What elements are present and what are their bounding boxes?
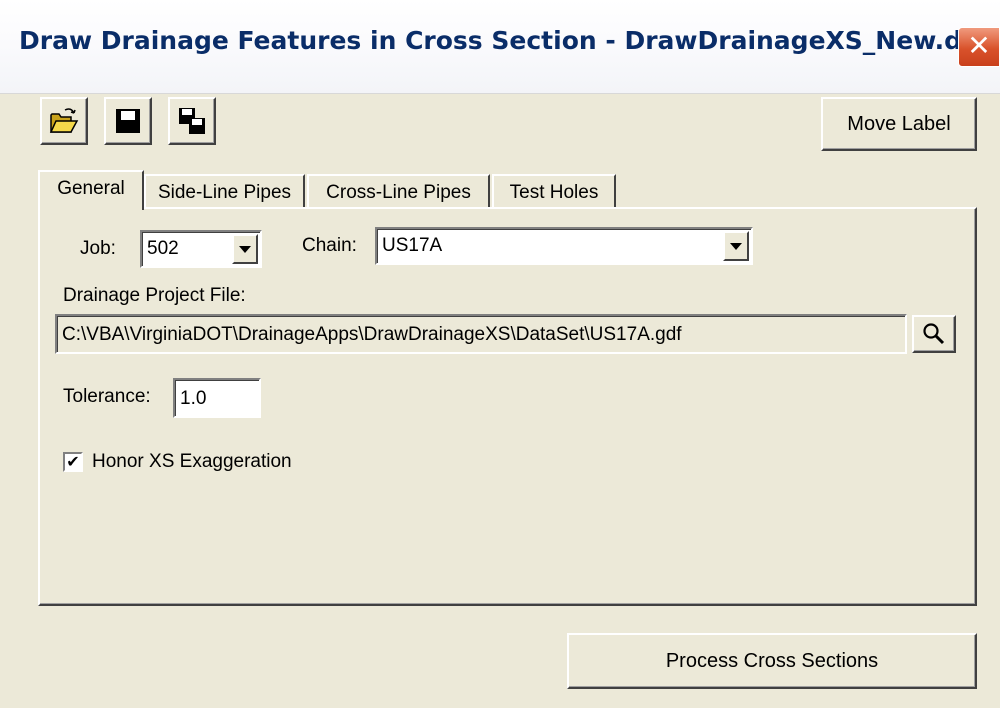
title-bar: Draw Drainage Features in Cross Section … [0, 0, 1000, 94]
save-as-button[interactable] [168, 97, 216, 145]
tab-cross-line-pipes[interactable]: Cross-Line Pipes [307, 174, 490, 208]
honor-xs-exaggeration-checkbox[interactable]: ✔ [63, 452, 83, 472]
save-as-disks-icon [179, 108, 205, 134]
magnifier-icon [923, 323, 945, 345]
window-title: Draw Drainage Features in Cross Section … [19, 26, 994, 55]
chevron-down-icon [730, 242, 742, 250]
chain-select[interactable]: US17A [375, 227, 753, 265]
job-label: Job: [80, 238, 116, 259]
chevron-down-icon [239, 245, 251, 253]
open-folder-icon [49, 108, 79, 133]
job-value: 502 [147, 238, 179, 259]
tolerance-input[interactable]: 1.0 [173, 378, 261, 418]
move-label-button[interactable]: Move Label [821, 97, 977, 151]
save-disk-icon [116, 109, 140, 133]
tolerance-label: Tolerance: [63, 386, 151, 407]
checkmark-icon: ✔ [66, 452, 80, 471]
close-icon: ✕ [967, 29, 991, 62]
close-button[interactable]: ✕ [958, 27, 1000, 67]
browse-file-button[interactable] [912, 315, 956, 353]
job-dropdown-button[interactable] [232, 234, 258, 264]
open-button[interactable] [40, 97, 88, 145]
honor-xs-exaggeration-label: Honor XS Exaggeration [92, 451, 292, 472]
tab-side-line-pipes[interactable]: Side-Line Pipes [144, 174, 305, 208]
tab-general[interactable]: General [38, 170, 144, 210]
chain-label: Chain: [302, 235, 357, 256]
process-cross-sections-button[interactable]: Process Cross Sections [567, 633, 977, 689]
drainage-project-file-label: Drainage Project File: [63, 285, 246, 306]
drainage-project-file-field[interactable]: C:\VBA\VirginiaDOT\DrainageApps\DrawDrai… [55, 314, 907, 354]
save-button[interactable] [104, 97, 152, 145]
chain-value: US17A [382, 235, 443, 256]
tab-test-holes[interactable]: Test Holes [492, 174, 616, 208]
job-select[interactable]: 502 [140, 230, 262, 268]
chain-dropdown-button[interactable] [723, 231, 749, 261]
